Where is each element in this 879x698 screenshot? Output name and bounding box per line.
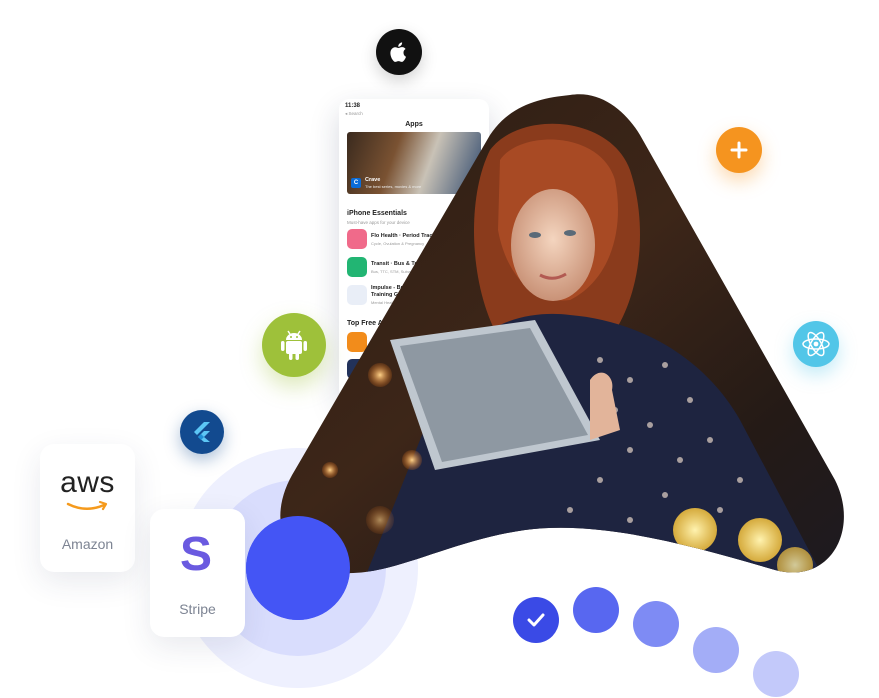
check-icon (527, 613, 545, 627)
stripe-card: S Stripe (150, 509, 245, 637)
accent-circle (246, 516, 350, 620)
aws-logo: aws (60, 466, 115, 499)
stripe-label: Stripe (179, 601, 216, 617)
hero-photo (280, 94, 844, 574)
step-dot (633, 601, 679, 647)
step-dot (753, 651, 799, 697)
check-dot (513, 597, 559, 643)
aws-smile-icon (66, 500, 108, 511)
flutter-icon (180, 410, 224, 454)
step-dot (693, 627, 739, 673)
aws-label: Amazon (61, 536, 114, 552)
step-dot (573, 587, 619, 633)
react-icon (793, 321, 839, 367)
aws-card: aws Amazon (40, 444, 135, 572)
apple-icon (376, 29, 422, 75)
stripe-logo: S (180, 528, 213, 581)
android-icon (262, 313, 326, 377)
plus-icon (716, 127, 762, 173)
